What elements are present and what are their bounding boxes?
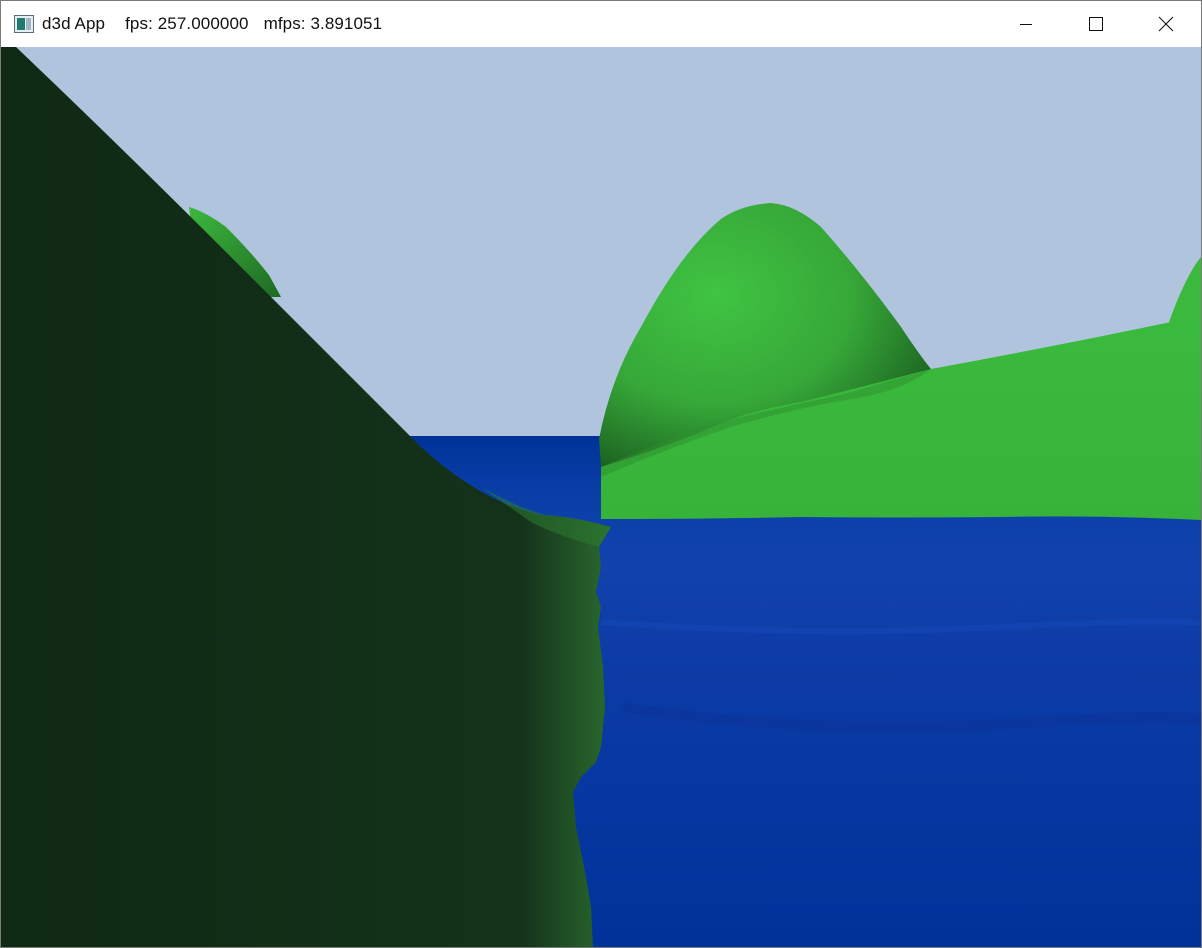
maximize-icon <box>1089 16 1103 31</box>
app-window: d3d App fps: 257.000000 mfps: 3.891051 <box>0 0 1202 948</box>
terrain-scene <box>1 47 1201 947</box>
close-button[interactable] <box>1131 1 1201 46</box>
maximize-button[interactable] <box>1061 1 1131 46</box>
close-icon <box>1158 16 1174 31</box>
application-window-icon[interactable] <box>14 14 34 33</box>
title-bar[interactable]: d3d App fps: 257.000000 mfps: 3.891051 <box>1 1 1201 46</box>
app-name: d3d App <box>42 13 106 33</box>
minimize-icon <box>1020 23 1032 25</box>
mfps-readout: mfps: 3.891051 <box>263 13 383 33</box>
fps-readout: fps: 257.000000 <box>125 13 249 33</box>
window-title: d3d App fps: 257.000000 mfps: 3.891051 <box>42 14 382 34</box>
render-viewport[interactable] <box>1 47 1201 947</box>
window-controls <box>991 1 1201 46</box>
minimize-button[interactable] <box>991 1 1061 46</box>
